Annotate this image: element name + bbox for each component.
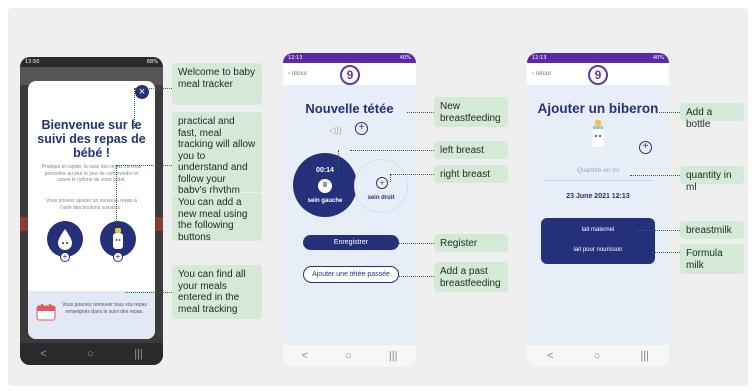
date-field[interactable]: 23 June 2021 12:13 bbox=[527, 193, 669, 200]
callout-add-past: Add a past breastfeeding bbox=[434, 262, 508, 292]
nav-home-button[interactable]: ○ bbox=[87, 348, 94, 360]
connector-line bbox=[407, 112, 434, 113]
page-title: Nouvelle tétée bbox=[305, 101, 394, 116]
plus-icon: + bbox=[60, 252, 70, 262]
connector-line bbox=[116, 165, 117, 225]
left-breast-label: sein gauche bbox=[307, 198, 343, 204]
android-navbar: < ○ ||| bbox=[20, 343, 163, 365]
connector-line bbox=[390, 174, 391, 182]
pause-button[interactable]: II bbox=[318, 179, 332, 193]
status-bar: 12:13 40% bbox=[527, 53, 669, 63]
status-time: 12:13 bbox=[532, 55, 547, 61]
app-logo: 9 bbox=[340, 65, 360, 85]
android-navbar: < ○ ||| bbox=[283, 345, 416, 367]
footer-text: Vous pourrez retrouver tous vos repas re… bbox=[62, 302, 147, 315]
modal-footer: Vous pourrez retrouver tous vos repas re… bbox=[28, 291, 155, 339]
phone-welcome: 13:50 68% × Bienvenue sur le suivi des r… bbox=[20, 57, 163, 365]
status-bar: 13:50 68% bbox=[20, 57, 163, 67]
connector-line bbox=[659, 112, 680, 113]
left-breast-button[interactable]: 00:14 II sein gauche bbox=[293, 153, 357, 217]
callout-right-breast: right breast bbox=[434, 165, 508, 183]
callout-quantity: quantity in ml bbox=[680, 166, 744, 193]
nav-back-button[interactable]: < bbox=[302, 350, 308, 362]
status-battery: 40% bbox=[652, 55, 664, 61]
register-button[interactable]: Enregistrer bbox=[303, 235, 399, 250]
page-title: Ajouter un biberon bbox=[537, 101, 659, 116]
right-breast-button[interactable]: + sein droit bbox=[354, 159, 408, 213]
quantity-input[interactable]: Quantité en ml bbox=[543, 167, 653, 181]
pause-icon: II bbox=[323, 182, 327, 189]
callout-practical: practical and fast, meal tracking will a… bbox=[172, 112, 262, 208]
status-time: 13:50 bbox=[25, 59, 40, 65]
callout-formula: Formula milk bbox=[680, 244, 744, 274]
connector-line bbox=[134, 88, 135, 128]
callout-new-breastfeeding: New breastfeeding bbox=[434, 97, 508, 127]
quantity-placeholder: Quantité en ml bbox=[576, 167, 620, 174]
formula-option[interactable]: lait pour nourisson bbox=[541, 247, 655, 253]
sound-icon[interactable]: ◁)) bbox=[329, 125, 342, 136]
add-past-breastfeeding-button[interactable]: Ajouter une tétée passée bbox=[303, 266, 399, 283]
dimmed-red-strip bbox=[155, 217, 163, 231]
connector-line bbox=[399, 243, 434, 244]
meal-options-panel: lait maternel lait pour nourisson bbox=[541, 218, 655, 264]
status-time: 12:13 bbox=[288, 55, 303, 61]
timer: 00:14 bbox=[316, 167, 334, 174]
connector-line bbox=[399, 276, 434, 277]
connector-line bbox=[390, 174, 434, 175]
callout-left-breast: left breast bbox=[434, 141, 508, 159]
callout-register: Register bbox=[434, 234, 508, 252]
callout-welcome: Welcome to baby meal tracker bbox=[172, 63, 262, 105]
nav-back-button[interactable]: < bbox=[40, 348, 46, 360]
back-label: retour bbox=[535, 71, 552, 77]
back-link[interactable]: ‹ retour bbox=[288, 71, 307, 77]
connector-line bbox=[134, 88, 172, 89]
zoom-plus-icon[interactable]: + bbox=[355, 122, 368, 135]
plus-icon: + bbox=[376, 177, 388, 189]
status-bar: 12:13 40% bbox=[283, 53, 416, 63]
welcome-modal: × Bienvenue sur le suivi des repas de bé… bbox=[28, 81, 155, 339]
modal-paragraph-2: Vous pouvez ajouter un nouveau repas à l… bbox=[46, 198, 137, 211]
dimmed-red-strip bbox=[20, 217, 28, 231]
zoom-plus-icon[interactable]: + bbox=[639, 141, 652, 154]
nav-home-button[interactable]: ○ bbox=[345, 350, 352, 362]
callout-add-meal: You can add a new meal using the followi… bbox=[172, 193, 262, 243]
connector-line bbox=[630, 175, 680, 176]
back-link[interactable]: ‹ retour bbox=[532, 71, 551, 77]
add-bottle-button[interactable]: + bbox=[100, 221, 136, 262]
plus-icon: + bbox=[113, 252, 123, 262]
connector-line bbox=[116, 165, 172, 166]
callout-find-meals: You can find all your meals entered in t… bbox=[172, 265, 262, 319]
phone-bottle: 12:13 40% ‹ retour 9 Ajouter un biberon … bbox=[527, 53, 669, 367]
nav-recent-button[interactable]: ||| bbox=[389, 350, 398, 362]
nav-recent-button[interactable]: ||| bbox=[134, 348, 143, 360]
connector-line bbox=[338, 150, 339, 174]
phone-breastfeeding: 12:13 40% ‹ retour 9 Nouvelle tétée ◁)) … bbox=[283, 53, 416, 367]
calendar-icon bbox=[36, 304, 56, 321]
right-breast-label: sein droit bbox=[367, 195, 395, 201]
nav-back-button[interactable]: < bbox=[547, 350, 553, 362]
callout-add-bottle: Add a bottle bbox=[680, 103, 744, 130]
content-area bbox=[283, 85, 416, 345]
connector-line bbox=[350, 150, 434, 151]
connector-line bbox=[636, 230, 680, 231]
screen: × Bienvenue sur le suivi des repas de bé… bbox=[20, 67, 163, 343]
back-label: retour bbox=[291, 71, 308, 77]
android-navbar: < ○ ||| bbox=[527, 345, 669, 367]
callout-breastmilk: breastmilk bbox=[680, 221, 744, 239]
connector-line bbox=[652, 252, 680, 253]
modal-paragraph-1: Pratique et rapide, le suivi des repas v… bbox=[41, 164, 142, 183]
app-logo: 9 bbox=[588, 65, 608, 85]
modal-title: Bienvenue sur le suivi des repas de bébé… bbox=[37, 118, 146, 160]
status-battery: 40% bbox=[399, 55, 411, 61]
nav-recent-button[interactable]: ||| bbox=[640, 350, 649, 362]
add-breastfeeding-button[interactable]: + bbox=[47, 221, 83, 262]
status-battery: 68% bbox=[146, 59, 158, 65]
connector-line bbox=[125, 292, 172, 293]
screen: ‹ retour 9 Nouvelle tétée ◁)) + 00:14 II… bbox=[283, 63, 416, 345]
screen: ‹ retour 9 Ajouter un biberon + Quantité… bbox=[527, 63, 669, 345]
nav-home-button[interactable]: ○ bbox=[594, 350, 601, 362]
bottle-illustration-icon bbox=[592, 120, 604, 147]
